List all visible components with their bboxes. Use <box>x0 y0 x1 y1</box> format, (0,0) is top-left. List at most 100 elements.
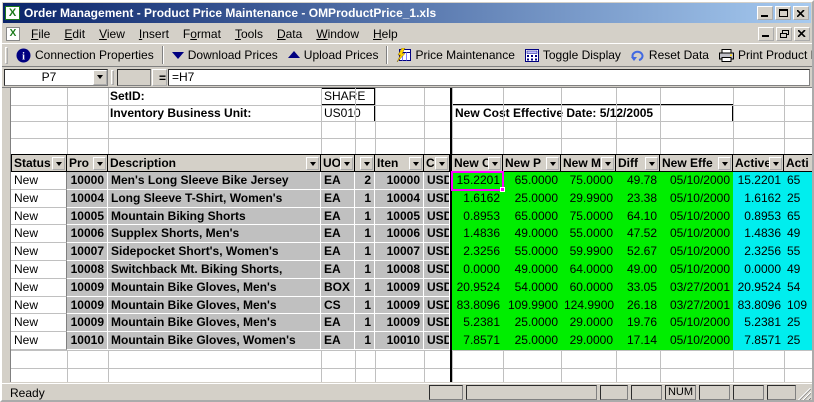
cell-new_price-row3[interactable]: 65.0000 <box>503 208 561 225</box>
cell-qty-row6[interactable]: 1 <box>355 261 375 279</box>
cell-cur-row8[interactable]: USD <box>424 297 450 314</box>
cell-uom-row4[interactable]: EA <box>321 225 355 243</box>
cell-active_price-row7[interactable]: 54 <box>784 279 814 297</box>
cell-active_price-row4[interactable]: 49 <box>784 225 814 243</box>
cell-status-row2[interactable]: New <box>11 190 67 208</box>
column-header-prod[interactable]: Pro <box>67 154 108 172</box>
filter-dropdown-button[interactable] <box>488 157 501 170</box>
cell-new_cost-row9[interactable]: 5.2381 <box>452 314 503 332</box>
column-header-status[interactable]: Status <box>11 154 67 172</box>
cell-diff-row8[interactable]: 26.18 <box>616 297 660 314</box>
cell-item-row2[interactable]: 10004 <box>375 190 424 208</box>
cell-new_msrp-row2[interactable]: 29.9900 <box>561 190 616 208</box>
cell-item-row9[interactable]: 10009 <box>375 314 424 332</box>
cell-diff-row7[interactable]: 33.05 <box>616 279 660 297</box>
column-header-desc[interactable]: Description <box>108 154 321 172</box>
cell-diff-row9[interactable]: 19.76 <box>616 314 660 332</box>
cell-cur-row7[interactable]: USD <box>424 279 450 297</box>
cell-prod-row4[interactable]: 10006 <box>67 225 108 243</box>
cell-new_price-row4[interactable]: 49.0000 <box>503 225 561 243</box>
cell-status-row6[interactable]: New <box>11 261 67 279</box>
cell-diff-row10[interactable]: 17.14 <box>616 332 660 350</box>
cell-qty-row9[interactable]: 1 <box>355 314 375 332</box>
business-unit-value-cell[interactable]: US010 <box>321 105 375 122</box>
cell-new_msrp-row9[interactable]: 29.0000 <box>561 314 616 332</box>
setid-value-cell[interactable]: SHARE <box>321 88 375 105</box>
cell-qty-row1[interactable]: 2 <box>355 172 375 190</box>
cell-new_cost-row4[interactable]: 1.4836 <box>452 225 503 243</box>
cell-new_msrp-row10[interactable]: 29.0000 <box>561 332 616 350</box>
price-maintenance-button[interactable]: Price Maintenance <box>391 46 519 64</box>
filter-dropdown-button[interactable] <box>340 157 353 170</box>
cell-qty-row10[interactable]: 1 <box>355 332 375 350</box>
cell-new_price-row9[interactable]: 25.0000 <box>503 314 561 332</box>
cell-item-row4[interactable]: 10006 <box>375 225 424 243</box>
menu-item-view[interactable]: View <box>92 25 132 43</box>
cell-qty-row3[interactable]: 1 <box>355 208 375 225</box>
cell-item-row1[interactable]: 10000 <box>375 172 424 190</box>
doc-restore-button[interactable] <box>776 27 792 41</box>
cell-prod-row8[interactable]: 10009 <box>67 297 108 314</box>
cell-desc-row4[interactable]: Supplex Shorts, Men's <box>108 225 321 243</box>
cell-new_msrp-row1[interactable]: 75.0000 <box>561 172 616 190</box>
print-product-prices-button[interactable]: Print Product Prices <box>714 46 814 64</box>
filter-dropdown-button[interactable] <box>52 157 65 170</box>
cell-new_msrp-row4[interactable]: 55.0000 <box>561 225 616 243</box>
cell-new_eff-row1[interactable]: 05/10/2000 <box>660 172 733 190</box>
cell-uom-row8[interactable]: CS <box>321 297 355 314</box>
cell-new_eff-row4[interactable]: 05/10/2000 <box>660 225 733 243</box>
cell-item-row6[interactable]: 10008 <box>375 261 424 279</box>
cell-diff-row4[interactable]: 47.52 <box>616 225 660 243</box>
menu-item-edit[interactable]: Edit <box>57 25 92 43</box>
cell-new_msrp-row5[interactable]: 59.9900 <box>561 243 616 261</box>
reset-data-button[interactable]: Reset Data <box>626 46 714 64</box>
filter-dropdown-button[interactable] <box>645 157 658 170</box>
cell-status-row8[interactable]: New <box>11 297 67 314</box>
cell-cur-row5[interactable]: USD <box>424 243 450 261</box>
effective-date-cell[interactable]: New Cost Effective Date: 5/12/2005 <box>452 104 733 122</box>
cell-diff-row6[interactable]: 49.00 <box>616 261 660 279</box>
cell-status-row1[interactable]: New <box>11 172 67 190</box>
name-box-dropdown[interactable] <box>93 70 107 85</box>
cell-active_price-row1[interactable]: 65 <box>784 172 814 190</box>
cell-status-row5[interactable]: New <box>11 243 67 261</box>
cell-new_price-row6[interactable]: 49.0000 <box>503 261 561 279</box>
cell-desc-row6[interactable]: Switchback Mt. Biking Shorts, <box>108 261 321 279</box>
cell-diff-row3[interactable]: 64.10 <box>616 208 660 225</box>
cell-cur-row2[interactable]: USD <box>424 190 450 208</box>
cell-active_cost-row9[interactable]: 5.2381 <box>733 314 784 332</box>
cell-active_cost-row4[interactable]: 1.4836 <box>733 225 784 243</box>
cell-item-row8[interactable]: 10009 <box>375 297 424 314</box>
download-prices-button[interactable]: Download Prices <box>167 46 283 64</box>
close-button[interactable] <box>793 6 809 20</box>
cell-status-row7[interactable]: New <box>11 279 67 297</box>
cell-cur-row4[interactable]: USD <box>424 225 450 243</box>
cell-new_eff-row2[interactable]: 05/10/2000 <box>660 190 733 208</box>
menu-item-window[interactable]: Window <box>309 25 366 43</box>
cell-active_price-row2[interactable]: 25 <box>784 190 814 208</box>
cell-cur-row10[interactable]: USD <box>424 332 450 350</box>
column-header-qty[interactable] <box>355 154 375 172</box>
cell-active_cost-row3[interactable]: 0.8953 <box>733 208 784 225</box>
cell-new_cost-row2[interactable]: 1.6162 <box>452 190 503 208</box>
cell-qty-row2[interactable]: 1 <box>355 190 375 208</box>
cell-new_cost-row1[interactable]: 15.2201 <box>452 172 503 190</box>
cell-active_price-row3[interactable]: 65 <box>784 208 814 225</box>
filter-dropdown-button[interactable] <box>546 157 559 170</box>
cell-new_cost-row10[interactable]: 7.8571 <box>452 332 503 350</box>
cell-prod-row3[interactable]: 10005 <box>67 208 108 225</box>
cell-active_price-row8[interactable]: 109 <box>784 297 814 314</box>
cell-new_price-row2[interactable]: 25.0000 <box>503 190 561 208</box>
cell-item-row10[interactable]: 10010 <box>375 332 424 350</box>
cell-new_eff-row9[interactable]: 05/10/2000 <box>660 314 733 332</box>
filter-dropdown-button[interactable] <box>360 157 373 170</box>
cell-desc-row5[interactable]: Sidepocket Short's, Women's <box>108 243 321 261</box>
cell-active_cost-row6[interactable]: 0.0000 <box>733 261 784 279</box>
cell-cur-row1[interactable]: USD <box>424 172 450 190</box>
cell-desc-row3[interactable]: Mountain Biking Shorts <box>108 208 321 225</box>
filter-dropdown-button[interactable] <box>306 157 319 170</box>
cell-active_price-row5[interactable]: 55 <box>784 243 814 261</box>
cell-item-row5[interactable]: 10007 <box>375 243 424 261</box>
menu-item-format[interactable]: Format <box>176 25 228 43</box>
cell-status-row9[interactable]: New <box>11 314 67 332</box>
